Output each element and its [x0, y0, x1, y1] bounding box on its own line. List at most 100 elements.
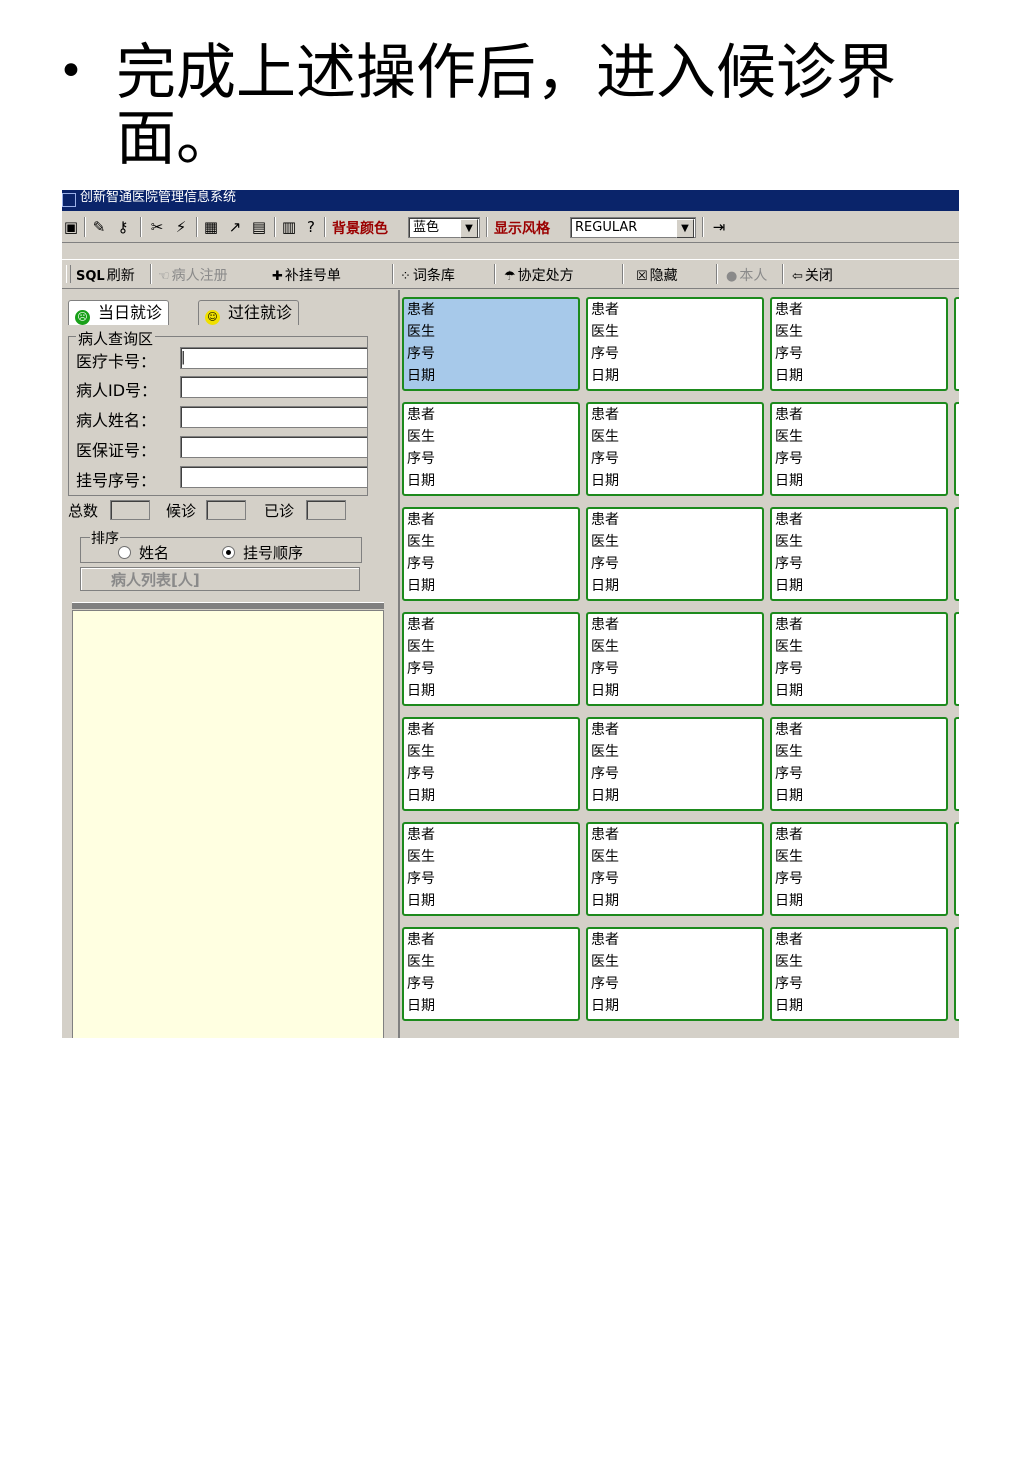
patient-card[interactable]: 患者医生序号日期 — [954, 297, 959, 391]
splitter[interactable] — [72, 602, 384, 609]
patient-card[interactable]: 患者医生序号日期 — [402, 402, 580, 496]
card-date-label: 日期 — [956, 995, 959, 1017]
tab-past[interactable]: ☺ 过往就诊 — [198, 300, 300, 325]
ticket-icon: ✚ — [272, 269, 283, 284]
chevron-down-icon[interactable]: ▼ — [460, 219, 478, 238]
total-count-box — [110, 500, 150, 520]
patient-list[interactable] — [72, 610, 384, 1038]
patient-card[interactable]: 患者医生序号日期 — [402, 297, 580, 391]
patient-card[interactable]: 患者医生序号日期 — [402, 822, 580, 916]
card-patient-label: 患者 — [956, 929, 959, 951]
toolbar-separator — [140, 217, 142, 237]
agreed-prescription-button[interactable]: ☂ 协定处方 — [504, 265, 574, 285]
register-patient-button[interactable]: ☜ 病人注册 — [158, 265, 228, 285]
book-icon[interactable]: ▥ — [280, 218, 298, 236]
settings-icon[interactable]: ✎ — [90, 218, 108, 236]
main-toolbar: ▣ ✎ ⚷ ✂ ⚡ ▦ ↗ ▤ ▥ ? 背景颜色 蓝色 ▼ 显示风格 REGUL… — [62, 211, 959, 243]
patient-card[interactable]: 患者医生序号日期 — [770, 612, 948, 706]
vocabulary-button[interactable]: ⁘ 词条库 — [400, 265, 455, 285]
patient-card[interactable]: 患者医生序号日期 — [586, 927, 764, 1021]
patient-card[interactable]: 患者医生序号日期 — [770, 402, 948, 496]
card-date-label: 日期 — [775, 893, 803, 909]
patient-card[interactable]: 患者医生序号日期 — [402, 717, 580, 811]
card-date-label: 日期 — [591, 683, 619, 699]
self-button[interactable]: ● 本人 — [726, 265, 767, 285]
card-patient-label: 患者 — [407, 722, 435, 738]
key-icon[interactable]: ⚷ — [114, 218, 132, 236]
exit-icon[interactable]: ⇥ — [710, 218, 728, 236]
patient-card[interactable]: 患者医生序号日期 — [954, 927, 959, 1021]
registration-number-input[interactable] — [180, 466, 368, 488]
sort-by-name-radio[interactable]: 姓名 — [118, 542, 169, 563]
card-patient-label: 患者 — [407, 617, 435, 633]
chevron-down-icon[interactable]: ▼ — [676, 219, 694, 238]
patient-card[interactable]: 患者医生序号日期 — [586, 402, 764, 496]
card-patient-label: 患者 — [956, 299, 959, 321]
card-seq-label: 序号 — [956, 763, 959, 785]
style-select[interactable]: REGULAR ▼ — [570, 217, 696, 238]
patient-card[interactable]: 患者医生序号日期 — [586, 297, 764, 391]
patient-card[interactable]: 患者医生序号日期 — [586, 507, 764, 601]
card-date-label: 日期 — [775, 683, 803, 699]
patient-card[interactable]: 患者医生序号日期 — [402, 507, 580, 601]
field-label: 挂号序号： — [76, 471, 157, 490]
patient-card[interactable]: 患者医生序号日期 — [770, 717, 948, 811]
wand-icon[interactable]: ⚡ — [172, 218, 190, 236]
card-doctor-label: 医生 — [775, 849, 803, 865]
patient-card[interactable]: 患者医生序号日期 — [770, 927, 948, 1021]
tab-today[interactable]: ☹ 当日就诊 — [68, 300, 170, 325]
patient-card[interactable]: 患者医生序号日期 — [770, 822, 948, 916]
patient-card[interactable]: 患者医生序号日期 — [402, 612, 580, 706]
patient-card[interactable]: 患者医生序号日期 — [402, 927, 580, 1021]
patient-name-input[interactable] — [180, 406, 368, 428]
patient-card[interactable]: 患者医生序号日期 — [954, 402, 959, 496]
app-window: 创新智通医院管理信息系统 ▣ ✎ ⚷ ✂ ⚡ ▦ ↗ ▤ ▥ ? 背景颜色 蓝色… — [62, 190, 959, 1038]
patient-card[interactable]: 患者医生序号日期 — [954, 822, 959, 916]
card-seq-label: 序号 — [775, 871, 803, 887]
chart-icon[interactable]: ↗ — [226, 218, 244, 236]
card-doctor-label: 医生 — [407, 849, 435, 865]
tools-icon[interactable]: ✂ — [148, 218, 166, 236]
refresh-button[interactable]: SQL 刷新 — [76, 265, 135, 285]
card-patient-label: 患者 — [956, 404, 959, 426]
toolbar-separator — [702, 217, 704, 237]
toolbar-grip[interactable] — [66, 265, 71, 283]
group-title: 病人查询区 — [76, 328, 156, 349]
patient-id-input[interactable] — [180, 376, 368, 398]
patient-card[interactable]: 患者医生序号日期 — [586, 612, 764, 706]
patient-card[interactable]: 患者医生序号日期 — [954, 612, 959, 706]
window-title: 创新智通医院管理信息系统 — [80, 190, 237, 205]
window-icon[interactable]: ▣ — [62, 218, 80, 236]
patient-card[interactable]: 患者医生序号日期 — [770, 297, 948, 391]
toolbar-separator — [486, 217, 488, 237]
card-date-label: 日期 — [775, 788, 803, 804]
insurance-number-input[interactable] — [180, 436, 368, 458]
card-patient-label: 患者 — [956, 614, 959, 636]
handshake-icon: ☜ — [158, 269, 170, 284]
sort-title: 排序 — [90, 528, 120, 548]
patient-card[interactable]: 患者医生序号日期 — [954, 717, 959, 811]
patient-card[interactable]: 患者医生序号日期 — [954, 507, 959, 601]
sort-by-order-radio[interactable]: 挂号顺序 — [222, 542, 303, 563]
hide-button[interactable]: ☒ 隐藏 — [636, 265, 678, 285]
supplement-ticket-button[interactable]: ✚ 补挂号单 — [272, 265, 341, 285]
close-button[interactable]: ⇦ 关闭 — [792, 265, 833, 285]
waiting-count-box — [206, 500, 246, 520]
toolbar-separator — [622, 264, 624, 284]
medical-card-input[interactable]: | — [180, 347, 368, 369]
card-date-label: 日期 — [407, 578, 435, 594]
calendar-icon[interactable]: ▤ — [250, 218, 268, 236]
calculator-icon[interactable]: ▦ — [202, 218, 220, 236]
umbrella-icon: ☂ — [504, 269, 516, 284]
bg-color-select[interactable]: 蓝色 ▼ — [408, 217, 480, 238]
card-date-label: 日期 — [775, 578, 803, 594]
card-date-label: 日期 — [775, 998, 803, 1014]
patient-card[interactable]: 患者医生序号日期 — [770, 507, 948, 601]
card-doctor-label: 医生 — [591, 429, 619, 445]
card-date-label: 日期 — [956, 785, 959, 807]
help-icon[interactable]: ? — [302, 218, 320, 236]
patient-card[interactable]: 患者医生序号日期 — [586, 717, 764, 811]
patient-card[interactable]: 患者医生序号日期 — [586, 822, 764, 916]
card-doctor-label: 医生 — [956, 426, 959, 448]
card-date-label: 日期 — [956, 365, 959, 387]
